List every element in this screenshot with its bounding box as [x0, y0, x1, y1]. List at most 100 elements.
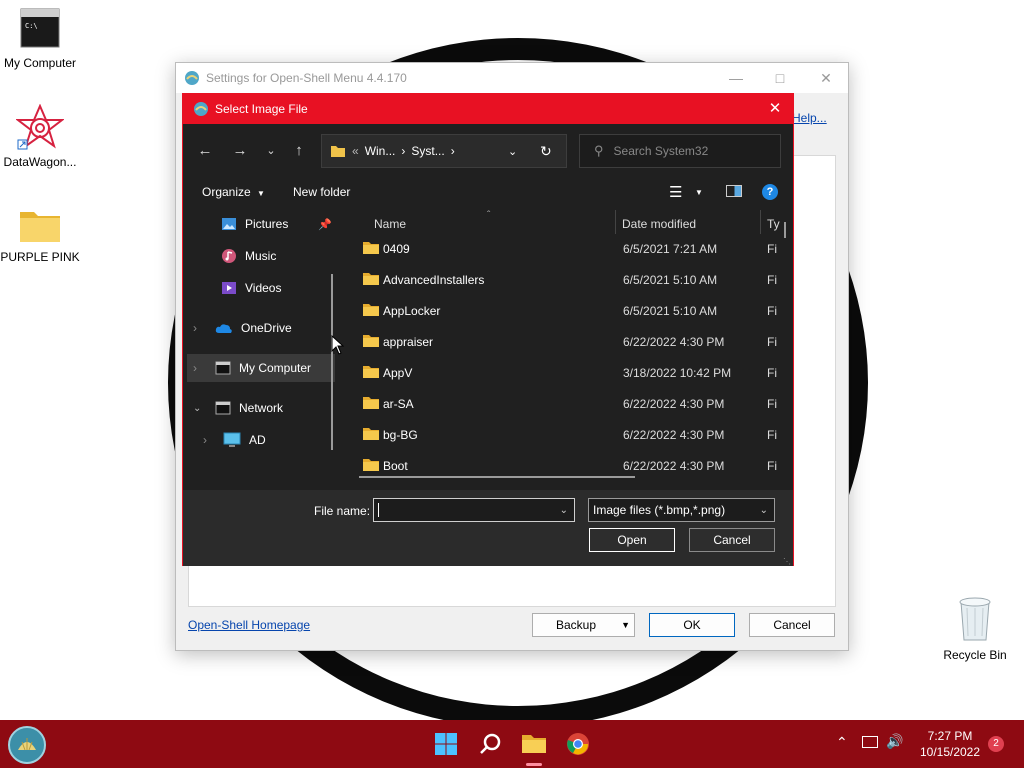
desktop-icon-my-computer[interactable]: C:\ My Computer	[0, 8, 80, 70]
nav-item-pictures[interactable]: Pictures 📌	[221, 210, 332, 238]
shell-icon	[185, 71, 199, 85]
organize-label: Organize	[202, 185, 251, 199]
notification-badge[interactable]: 2	[988, 736, 1004, 752]
folder-icon	[20, 212, 60, 242]
dialog-cancel-button[interactable]: Cancel	[689, 528, 775, 552]
collapse-chevron-icon[interactable]: ⌄	[193, 403, 207, 414]
maximize-button[interactable]: □	[757, 63, 803, 93]
resize-grip-icon[interactable]: ⋱	[783, 557, 791, 566]
desktop-icon-label: DataWagon...	[3, 155, 77, 169]
computer-icon: C:\	[20, 8, 60, 48]
nav-item-network[interactable]: ⌄ Network	[193, 394, 283, 422]
back-arrow-icon[interactable]: ←	[193, 140, 217, 162]
horizontal-scrollbar[interactable]	[359, 476, 635, 478]
file-row[interactable]: AppV 3/18/2022 10:42 PM Fi	[343, 357, 783, 388]
settings-cancel-button[interactable]: Cancel	[749, 613, 835, 637]
start-shell-button[interactable]	[8, 726, 46, 764]
folder-icon	[363, 335, 379, 347]
command-bar: Organize ▼ New folder ☰ ▼ ?	[183, 174, 793, 210]
new-folder-button[interactable]: New folder	[293, 185, 350, 199]
address-bar[interactable]: « Win... › Syst... › ⌄ ↻	[321, 134, 567, 168]
text-cursor	[378, 503, 379, 517]
chrome-icon	[567, 733, 589, 755]
desktop-icon-purple-pink[interactable]: PURPLE PINK	[0, 206, 80, 264]
view-options-icon[interactable]: ☰	[669, 183, 682, 201]
clock-date: 10/15/2022	[919, 745, 981, 759]
file-name: bg-BG	[383, 427, 418, 442]
ok-button[interactable]: OK	[649, 613, 735, 637]
nav-item-videos[interactable]: Videos	[221, 274, 281, 302]
file-row[interactable]: ar-SA 6/22/2022 4:30 PM Fi	[343, 388, 783, 419]
dropdown-arrow-icon: ▼	[257, 189, 265, 198]
dropdown-arrow-icon[interactable]: ▼	[695, 188, 703, 197]
file-row[interactable]: AppLocker 6/5/2021 5:10 AM Fi	[343, 295, 783, 326]
column-divider[interactable]	[615, 210, 616, 234]
expand-chevron-icon[interactable]: ›	[193, 361, 207, 375]
desktop-icon-label: My Computer	[3, 56, 77, 70]
close-button[interactable]: ✕	[803, 63, 849, 93]
file-row[interactable]: 0409 6/5/2021 7:21 AM Fi	[343, 233, 783, 264]
desktop-icon-recycle-bin[interactable]: Recycle Bin	[935, 596, 1015, 662]
address-dropdown-icon[interactable]: ⌄	[508, 145, 517, 158]
folder-icon	[363, 242, 379, 254]
network-tray-icon[interactable]	[862, 736, 878, 748]
nav-scrollbar[interactable]	[331, 274, 333, 450]
breadcrumb-syst[interactable]: Syst...	[411, 144, 444, 158]
nav-label: My Computer	[239, 361, 312, 375]
svg-text:C:\: C:\	[25, 22, 38, 30]
recent-chevron-icon[interactable]: ⌄	[259, 140, 283, 162]
nav-item-ad[interactable]: › AD	[203, 426, 266, 454]
nav-label: AD	[249, 433, 266, 447]
breadcrumb-separator-icon: ›	[401, 144, 406, 158]
navigation-pane: Pictures 📌 Music Videos › OneDrive › My …	[183, 210, 341, 490]
expand-chevron-icon[interactable]: ›	[203, 433, 215, 447]
file-date: 6/22/2022 4:30 PM	[623, 396, 725, 411]
search-icon[interactable]	[474, 728, 506, 760]
filename-input[interactable]: ⌄	[373, 498, 575, 522]
open-button[interactable]: Open	[589, 528, 675, 552]
file-date: 6/5/2021 5:10 AM	[623, 303, 718, 318]
dropdown-arrow-icon: ▼	[621, 620, 630, 630]
file-name: appraiser	[383, 334, 434, 349]
nav-label: Network	[239, 401, 284, 415]
up-arrow-icon[interactable]: ↑	[287, 140, 311, 162]
minimize-button[interactable]: —	[713, 63, 759, 93]
help-link[interactable]: Help...	[792, 111, 827, 125]
clock[interactable]: 7:27 PM 10/15/2022	[914, 728, 986, 760]
folder-icon	[363, 459, 379, 471]
tray-overflow-icon[interactable]: ⌃	[836, 734, 848, 751]
homepage-link[interactable]: Open-Shell Homepage	[188, 618, 310, 632]
preview-pane-icon[interactable]	[726, 185, 742, 197]
vertical-scrollbar[interactable]	[784, 222, 786, 238]
search-input[interactable]: ⚲ Search System32	[579, 134, 781, 168]
nav-item-onedrive[interactable]: › OneDrive	[193, 314, 292, 342]
file-row[interactable]: AdvancedInstallers 6/5/2021 5:10 AM Fi	[343, 264, 783, 295]
folder-icon	[363, 273, 379, 285]
filetype-select[interactable]: Image files (*.bmp,*.png) ⌄	[588, 498, 775, 522]
file-name: 0409	[383, 241, 410, 256]
nav-item-music[interactable]: Music	[221, 242, 276, 270]
filename-label: File name:	[314, 504, 371, 518]
pictures-icon	[222, 218, 236, 230]
breadcrumb-win[interactable]: Win...	[365, 144, 396, 158]
file-explorer-taskbar-icon[interactable]	[518, 728, 550, 766]
breadcrumb-separator-icon: ›	[450, 144, 455, 158]
help-icon[interactable]: ?	[762, 184, 778, 200]
forward-arrow-icon[interactable]: →	[228, 140, 252, 162]
expand-chevron-icon[interactable]: ›	[193, 321, 207, 335]
select-image-dialog: Select Image File ✕ ← → ⌄ ↑ « Win... › S…	[182, 93, 794, 566]
windows-start-icon[interactable]	[430, 728, 462, 760]
dropdown-chevron-icon[interactable]: ⌄	[560, 505, 568, 516]
volume-icon[interactable]: 🔊	[886, 733, 903, 750]
file-type: Fi	[767, 272, 777, 287]
nav-item-my-computer[interactable]: › My Computer	[187, 354, 335, 382]
file-row[interactable]: bg-BG 6/22/2022 4:30 PM Fi	[343, 419, 783, 450]
backup-button[interactable]: Backup ▼	[532, 613, 635, 637]
dialog-close-icon[interactable]: ✕	[763, 98, 787, 120]
organize-menu[interactable]: Organize ▼	[202, 185, 265, 199]
refresh-icon[interactable]: ↻	[540, 143, 552, 160]
file-row[interactable]: appraiser 6/22/2022 4:30 PM Fi	[343, 326, 783, 357]
column-divider[interactable]	[760, 210, 761, 234]
chrome-taskbar-icon[interactable]	[562, 728, 594, 760]
desktop-icon-datawagon[interactable]: DataWagon...	[0, 103, 80, 169]
